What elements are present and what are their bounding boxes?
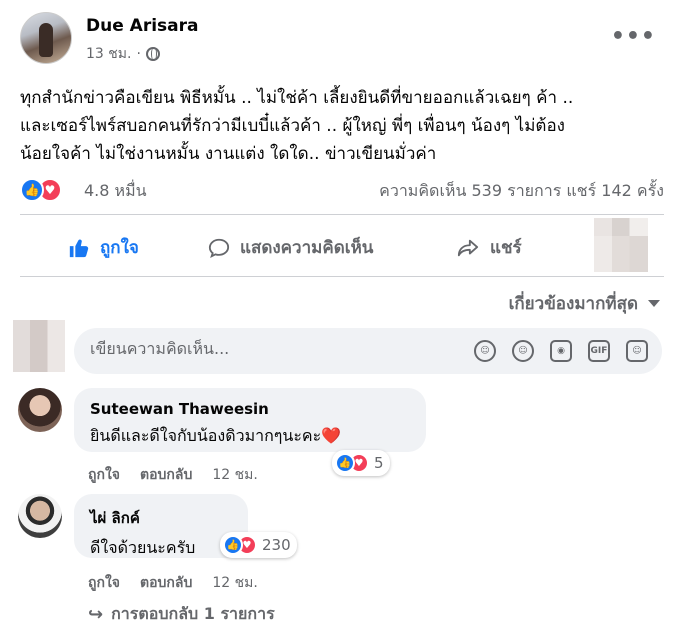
comment-time[interactable]: 12 ชม. [212, 572, 257, 594]
post-text: ทุกสำนักข่าวคือเขียน พิธีหมั้น .. ไม่ใช่… [20, 84, 670, 168]
comment-text: ยินดีและดีใจกับน้องดิวมากๆนะคะ❤️ [90, 426, 342, 445]
comment-share-stats[interactable]: ความคิดเห็น 539 รายการ แชร์ 142 ครั้ง [379, 179, 664, 204]
comment-composer[interactable]: ☺ ☺ ◉ GIF ☺ [74, 328, 662, 374]
comment-button[interactable]: แสดงความคิดเห็น [208, 234, 373, 261]
reply-arrow-icon: ↪ [88, 604, 104, 625]
comment-reply-button[interactable]: ตอบกลับ [140, 464, 192, 486]
comment-bubble: Suteewan Thaweesin ยินดีและดีใจกับน้องดิ… [74, 388, 426, 452]
globe-icon[interactable] [145, 47, 160, 61]
comment-reply-button[interactable]: ตอบกลับ [140, 572, 192, 594]
post-text-line: ทุกสำนักข่าวคือเขียน พิธีหมั้น .. ไม่ใช่… [20, 88, 574, 108]
comment-reaction-count: 230 [262, 536, 291, 554]
viewer-avatar[interactable] [13, 320, 65, 372]
commenter-name[interactable]: ไผ่ ลิกค์ [90, 506, 232, 530]
comment-actions: ถูกใจ ตอบกลับ 12 ชม. [88, 464, 258, 486]
gif-icon[interactable]: GIF [588, 340, 610, 362]
more-options-icon[interactable]: ••• [611, 26, 656, 48]
author-name[interactable]: Due Arisara [86, 16, 198, 36]
commenter-avatar[interactable] [18, 388, 62, 432]
like-label: ถูกใจ [100, 238, 139, 258]
comment-reaction-count: 5 [374, 454, 384, 472]
thumbs-up-icon [69, 238, 89, 257]
commenter-name[interactable]: Suteewan Thaweesin [90, 400, 410, 418]
thumbs-up-icon: 👍 [335, 453, 355, 473]
comment-like-button[interactable]: ถูกใจ [88, 464, 120, 486]
composer-icons: ☺ ☺ ◉ GIF ☺ [474, 340, 648, 362]
caret-down-icon [648, 300, 660, 307]
divider [20, 276, 664, 277]
post-header: Due Arisara 13 ชม. · ••• [20, 12, 670, 64]
share-button[interactable]: แชร์ [456, 234, 522, 261]
post-meta: 13 ชม. · [86, 43, 160, 65]
share-arrow-icon [457, 239, 479, 256]
comment-input[interactable] [90, 339, 450, 358]
comment-reactions[interactable]: 👍 ♥ 5 [332, 450, 390, 476]
comment-text: ดีใจด้วยนะครับ [90, 538, 196, 557]
comment-time[interactable]: 12 ชม. [212, 464, 257, 486]
post-text-line: และเซอร์ไพร์สบอกคนที่รักว่ามีเบบี๋แล้วค้… [20, 116, 565, 136]
comment-bubble-icon [208, 238, 230, 258]
thumbs-up-icon[interactable]: 👍 [20, 178, 44, 202]
view-replies-link[interactable]: ↪ การตอบกลับ 1 รายการ [88, 602, 275, 627]
author-avatar[interactable] [20, 12, 72, 64]
like-button[interactable]: ถูกใจ [68, 234, 139, 261]
sticker-icon[interactable]: ☺ [626, 340, 648, 362]
post-time[interactable]: 13 ชม. [86, 43, 131, 65]
viewer-avatar[interactable] [594, 218, 648, 272]
avatar-sticker-icon[interactable]: ☺ [474, 340, 496, 362]
emoji-icon[interactable]: ☺ [512, 340, 534, 362]
sort-label: เกี่ยวข้องมากที่สุด [508, 294, 638, 314]
commenter-avatar[interactable] [18, 494, 62, 538]
comment-like-button[interactable]: ถูกใจ [88, 572, 120, 594]
camera-icon[interactable]: ◉ [550, 340, 572, 362]
reaction-count[interactable]: 4.8 หมื่น [84, 179, 147, 204]
comment-label: แสดงความคิดเห็น [240, 238, 374, 258]
comment-actions: ถูกใจ ตอบกลับ 12 ชม. [88, 572, 258, 594]
divider [20, 214, 664, 215]
replies-label: การตอบกลับ 1 รายการ [111, 604, 275, 623]
comment-reactions[interactable]: 👍 ♥ 230 [220, 532, 297, 558]
share-label: แชร์ [490, 238, 522, 258]
thumbs-up-icon: 👍 [223, 535, 243, 555]
post-text-line: น้อยใจค้า ไม่ใช่งานหมั้น งานแต่ง ใดใด.. … [20, 144, 437, 164]
comment-sort-dropdown[interactable]: เกี่ยวข้องมากที่สุด [509, 290, 660, 317]
post-actions: ถูกใจ แสดงความคิดเห็น แชร์ [20, 218, 664, 272]
reactions-summary: 👍 ♥ 4.8 หมื่น ความคิดเห็น 539 รายการ แชร… [20, 176, 664, 204]
meta-separator: · [136, 46, 141, 62]
